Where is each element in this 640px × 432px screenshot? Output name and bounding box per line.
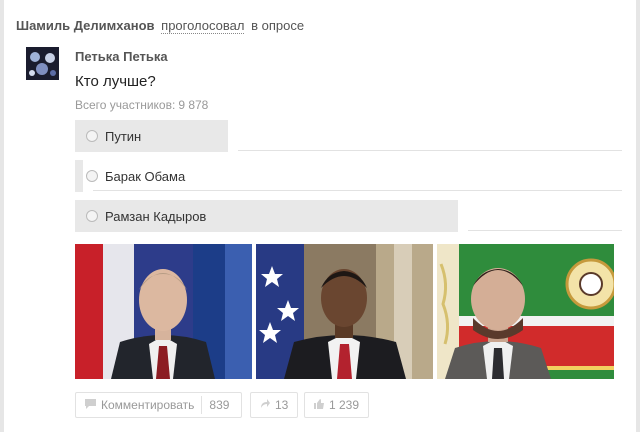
activity-suffix: в опросе xyxy=(251,18,305,33)
kadyrov-photo[interactable] xyxy=(437,244,614,379)
left-frame-border xyxy=(0,0,4,432)
like-count: 1 239 xyxy=(329,398,360,412)
poll-option-label: Барак Обама xyxy=(105,169,186,184)
comment-count: 839 xyxy=(209,398,230,412)
right-frame-border xyxy=(636,0,640,432)
share-button[interactable]: 13 xyxy=(250,392,298,418)
poster-name[interactable]: Петька Петька xyxy=(75,49,168,64)
putin-photo[interactable] xyxy=(75,244,252,379)
poll-question: Кто лучше? xyxy=(75,73,156,90)
comment-icon xyxy=(84,398,97,413)
poll-option-divider xyxy=(468,230,622,231)
button-separator xyxy=(201,396,203,414)
participants-label: Всего участников: xyxy=(75,98,176,112)
obama-photo[interactable] xyxy=(256,244,433,379)
radio-button[interactable] xyxy=(86,130,98,142)
author-link[interactable]: Шамиль Делимханов xyxy=(16,18,155,33)
poll-result-bar xyxy=(75,160,83,192)
comment-button[interactable]: Комментировать 839 xyxy=(75,392,242,418)
participants-count: 9 878 xyxy=(178,98,209,112)
poll-option-divider xyxy=(93,190,622,191)
comment-label: Комментировать xyxy=(101,398,195,412)
share-count: 13 xyxy=(275,398,289,412)
like-button[interactable]: 1 239 xyxy=(304,392,369,418)
poll-option-divider xyxy=(238,150,622,151)
participants-info: Всего участников: 9 878 xyxy=(75,98,208,112)
poll-option-obama[interactable]: Барак Обама xyxy=(75,160,622,192)
avatar[interactable] xyxy=(26,47,59,80)
action-link[interactable]: проголосовал xyxy=(161,18,245,34)
poll-option-putin[interactable]: Путин xyxy=(75,120,622,152)
poll-option-label: Рамзан Кадыров xyxy=(105,209,207,224)
radio-button[interactable] xyxy=(86,170,98,182)
radio-button[interactable] xyxy=(86,210,98,222)
activity-header: Шамиль Делимханов проголосовал в опросе xyxy=(16,18,305,34)
poll-option-kadyrov[interactable]: Рамзан Кадыров xyxy=(75,200,622,232)
thumbs-up-icon xyxy=(313,398,325,413)
share-icon xyxy=(259,398,271,413)
poll-option-label: Путин xyxy=(105,129,142,144)
photo-row xyxy=(75,244,620,379)
